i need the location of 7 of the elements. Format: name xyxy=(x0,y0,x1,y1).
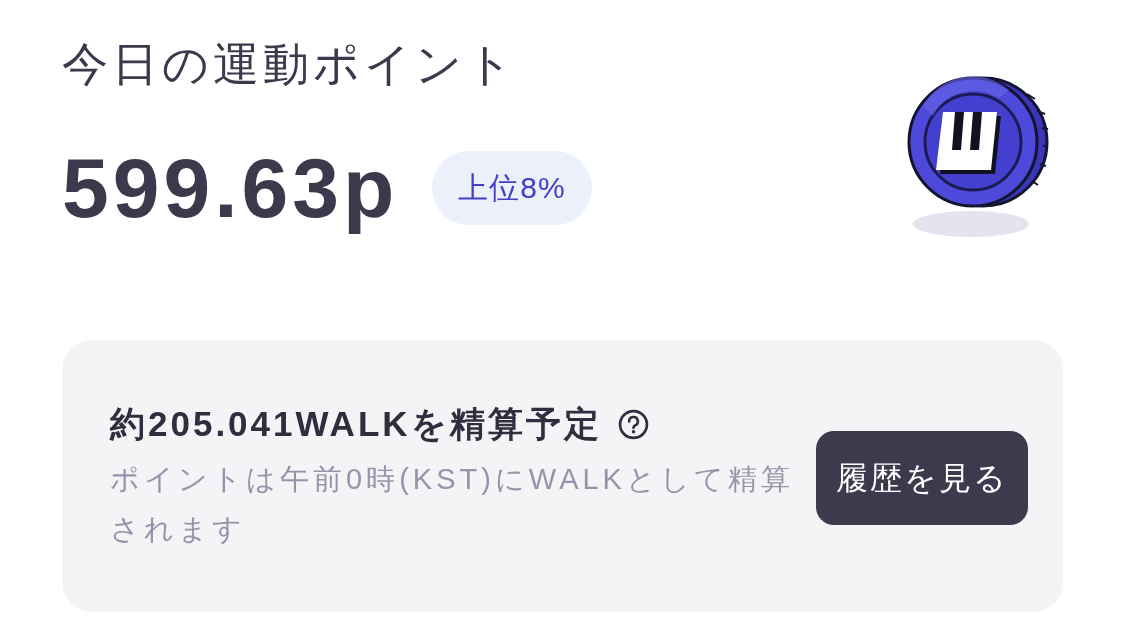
settlement-heading: 約205.041WALKを精算予定 xyxy=(110,403,602,445)
view-history-button[interactable]: 履歴を見る xyxy=(816,431,1028,525)
points-value: 599.63p xyxy=(62,140,399,236)
page-title: 今日の運動ポイント xyxy=(62,37,518,92)
help-icon[interactable] xyxy=(617,408,649,440)
rank-badge: 上位8% xyxy=(432,151,592,225)
settlement-note: ポイントは午前0時(KST)にWALKとして精算されます xyxy=(110,462,795,547)
